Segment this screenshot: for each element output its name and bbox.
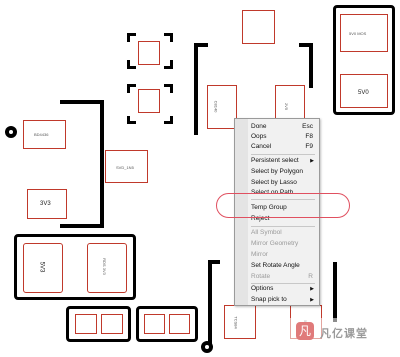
via-dot bbox=[5, 126, 17, 138]
menu-separator bbox=[251, 226, 315, 227]
submenu-arrow-icon: ▶ bbox=[310, 297, 314, 303]
menu-item-oops[interactable]: Oops F8 bbox=[251, 132, 315, 142]
highlight-oval bbox=[216, 193, 350, 218]
component-pad[interactable] bbox=[138, 41, 160, 65]
component-pad[interactable] bbox=[242, 10, 275, 44]
component-label: 2V5 bbox=[284, 102, 290, 111]
menu-item-done[interactable]: Done Esc bbox=[251, 122, 315, 132]
menu-item-select-by-polygon[interactable]: Select by Polygon bbox=[251, 167, 315, 177]
via-dot bbox=[201, 341, 213, 353]
component-label: BD4436 bbox=[34, 132, 49, 137]
watermark-logo-icon: 凡 bbox=[296, 322, 314, 340]
component-label: 5V0 bbox=[358, 90, 369, 96]
menu-separator bbox=[251, 154, 315, 155]
menu-item-cancel[interactable]: Cancel F9 bbox=[251, 142, 315, 152]
menu-item-all-symbol[interactable]: All Symbol bbox=[251, 228, 315, 238]
pcb-canvas[interactable]: 5V0 MOS 5V0 C8140 2V5 BD4436 SVD_1N5 3V3… bbox=[0, 0, 400, 357]
menu-item-mirror-geometry[interactable]: Mirror Geometry bbox=[251, 239, 315, 249]
component-label: 5V3 bbox=[38, 261, 45, 273]
component-pad[interactable] bbox=[75, 314, 97, 334]
submenu-arrow-icon: ▶ bbox=[310, 158, 314, 164]
watermark-text: 凡亿课堂 bbox=[320, 328, 368, 340]
menu-item-options[interactable]: Options ▶ bbox=[251, 284, 315, 294]
shortcut-label: Esc bbox=[302, 123, 313, 130]
component-label: 5V0 MOS bbox=[349, 31, 367, 36]
component-label: RDS 3V3 bbox=[101, 258, 107, 275]
component-label: TCS84 bbox=[233, 316, 239, 329]
component-pad[interactable] bbox=[87, 243, 127, 293]
component-label: C8140 bbox=[213, 100, 219, 113]
component-pad[interactable] bbox=[101, 314, 123, 334]
component-pad[interactable] bbox=[138, 89, 160, 113]
submenu-arrow-icon: ▶ bbox=[310, 286, 314, 292]
menu-item-persistent-select[interactable]: Persistent select ▶ bbox=[251, 156, 315, 166]
shortcut-label: F8 bbox=[305, 133, 313, 140]
menu-item-rotate[interactable]: Rotate R bbox=[251, 272, 315, 282]
component-label: 3V3 bbox=[40, 201, 51, 207]
menu-item-select-by-lasso[interactable]: Select by Lasso bbox=[251, 178, 315, 188]
component-pad[interactable] bbox=[169, 314, 190, 334]
menu-item-mirror[interactable]: Mirror bbox=[251, 250, 315, 260]
shortcut-label: R bbox=[308, 273, 313, 280]
component-pad[interactable] bbox=[224, 305, 256, 339]
menu-item-snap-pick-to[interactable]: Snap pick to ▶ bbox=[251, 295, 315, 305]
menu-item-set-rotate-angle[interactable]: Set Rotate Angle bbox=[251, 261, 315, 271]
component-pad[interactable] bbox=[207, 85, 237, 129]
shortcut-label: F9 bbox=[305, 143, 313, 150]
component-label: SVD_1N5 bbox=[116, 165, 134, 170]
component-pad[interactable] bbox=[144, 314, 165, 334]
